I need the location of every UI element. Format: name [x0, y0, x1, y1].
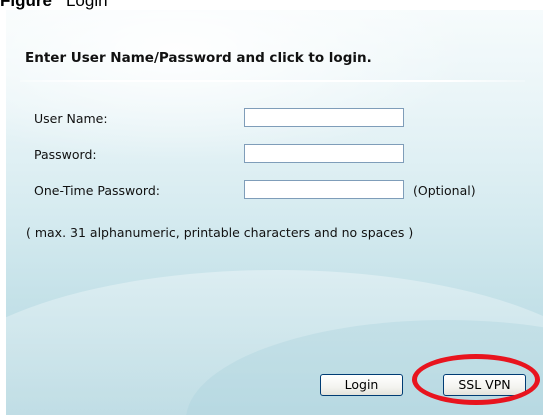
password-label: Password: [34, 147, 97, 162]
login-panel: Enter User Name/Password and click to lo… [6, 10, 543, 415]
page: Figure Login Enter User Name/Password and… [0, 0, 543, 415]
user-name-label: User Name: [34, 111, 108, 126]
user-name-input[interactable] [244, 108, 404, 127]
password-hint: ( max. 31 alphanumeric, printable charac… [26, 225, 414, 240]
ssl-vpn-button[interactable]: SSL VPN [443, 374, 526, 396]
login-heading: Enter User Name/Password and click to lo… [25, 50, 372, 66]
optional-note: (Optional) [413, 183, 476, 198]
figure-title-fragment: Login [65, 0, 108, 10]
heading-divider [20, 80, 525, 82]
one-time-password-input[interactable] [244, 180, 404, 199]
one-time-password-label: One-Time Password: [34, 183, 160, 198]
figure-label: Figure [0, 0, 52, 10]
login-button[interactable]: Login [320, 374, 403, 396]
password-input[interactable] [244, 144, 404, 163]
